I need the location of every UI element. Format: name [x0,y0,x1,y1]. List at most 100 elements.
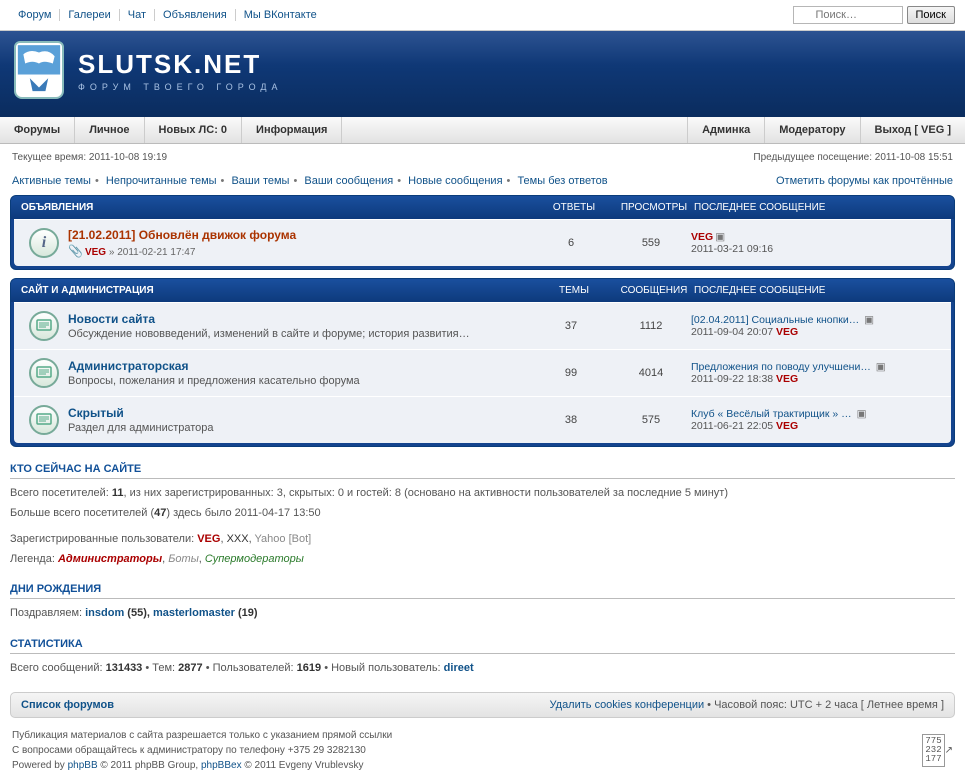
goto-post-icon[interactable]: ▣ [864,314,874,326]
timezone: • Часовой пояс: UTC + 2 часа [ Летнее вр… [704,699,944,711]
lastpost-date: 2011-09-22 18:38 [691,373,773,385]
phpbb-link[interactable]: phpBB [68,760,98,771]
visitors-total: 11 [112,487,124,499]
category-panel: САЙТ И АДМИНИСТРАЦИЯ ТЕМЫ СООБЩЕНИЯ ПОСЛ… [10,278,955,447]
delete-cookies-link[interactable]: Удалить cookies конференции [550,699,705,711]
current-time: Текущее время: 2011-10-08 19:19 [12,152,167,163]
section-heading: ДНИ РОЖДЕНИЯ [10,583,955,599]
col-lastpost: ПОСЛЕДНЕЕ СООБЩЕНИЕ [694,285,944,296]
whos-online: КТО СЕЙЧАС НА САЙТЕ Всего посетителей: 1… [10,463,955,567]
forum-topics: 99 [531,367,611,379]
lastpost-user[interactable]: VEG [776,373,798,385]
forum-icon [24,356,64,390]
forum-title[interactable]: Новости сайта [68,312,155,326]
forum-title[interactable]: Скрытый [68,406,124,420]
forum-title[interactable]: Администраторская [68,359,188,373]
forum-topics: 38 [531,414,611,426]
lastpost-title[interactable]: Клуб « Весёлый трактирщик » … [691,408,852,420]
col-replies: ОТВЕТЫ [534,202,614,213]
goto-post-icon[interactable]: ▣ [857,408,867,420]
lastpost-date: 2011-09-04 20:07 [691,326,773,338]
col-lastpost: ПОСЛЕДНЕЕ СООБЩЕНИЕ [694,202,944,213]
link-new-posts[interactable]: Новые сообщения [408,175,502,187]
nav-logout[interactable]: Выход [ VEG ] [860,117,965,143]
phpbbex-link[interactable]: phpBBex [201,760,242,771]
nav-info[interactable]: Информация [242,117,342,143]
forum-icon [24,403,64,437]
stat-topics: 2877 [178,662,202,674]
quick-links: Активные темы• Непрочитанные темы• Ваши … [12,175,608,187]
legend-admins[interactable]: Администраторы [58,553,162,565]
announcement-title[interactable]: [21.02.2011] Обновлён движок форума [68,228,296,242]
announcement-views: 559 [611,237,691,249]
forum-desc: Обсуждение нововведений, изменений в сай… [68,328,531,340]
nav-admin[interactable]: Админка [687,117,764,143]
forum-row: СкрытыйРаздел для администратора 38 575 … [14,396,951,443]
forum-posts: 1112 [611,320,691,332]
main-nav: Форумы Личное Новых ЛС: 0 Информация Адм… [0,117,965,144]
announcement-author[interactable]: VEG [85,247,106,258]
search-input[interactable] [793,6,903,24]
birthday-user[interactable]: insdom [85,607,124,619]
nav-forums[interactable]: Форумы [0,117,75,143]
online-user-admin[interactable]: VEG [197,533,220,545]
topnav-chat[interactable]: Чат [120,9,155,21]
goto-post-icon[interactable]: ▣ [715,231,725,243]
statistics: СТАТИСТИКА Всего сообщений: 131433 • Тем… [10,638,955,677]
topnav-vk[interactable]: Мы ВКонтакте [236,9,325,21]
site-header: SLUTSK.NET ФОРУМ ТВОЕГО ГОРОДА [0,31,965,117]
lastpost-user[interactable]: VEG [776,420,798,432]
col-posts: СООБЩЕНИЯ [614,285,694,296]
site-title: SLUTSK.NET [78,49,283,80]
stat-posts: 131433 [106,662,143,674]
nav-moderator[interactable]: Модератору [764,117,859,143]
col-views: ПРОСМОТРЫ [614,202,694,213]
online-user-bot: Yahoo [Bot] [255,533,312,545]
lastpost-user[interactable]: VEG [691,231,713,243]
forum-posts: 4014 [611,367,691,379]
topnav-classifieds[interactable]: Объявления [155,9,236,21]
col-category[interactable]: САЙТ И АДМИНИСТРАЦИЯ [21,285,534,296]
lastpost-title[interactable]: Предложения по поводу улучшени… [691,361,871,373]
legend-supermods[interactable]: Супермодераторы [205,553,304,565]
forum-topics: 37 [531,320,611,332]
announcements-panel: ОБЪЯВЛЕНИЯ ОТВЕТЫ ПРОСМОТРЫ ПОСЛЕДНЕЕ СО… [10,195,955,270]
lastpost-date: 2011-06-21 22:05 [691,420,773,432]
topnav-galleries[interactable]: Галереи [60,9,119,21]
hit-counter[interactable]: 775 232 177 [922,734,944,767]
forum-row: Новости сайта Обсуждение нововведений, из… [14,302,951,349]
forum-icon [24,309,64,343]
forum-posts: 575 [611,414,691,426]
col-announcements: ОБЪЯВЛЕНИЯ [21,202,534,213]
stat-users: 1619 [297,662,321,674]
lastpost-title[interactable]: [02.04.2011] Социальные кнопки… [691,314,859,326]
site-logo-icon[interactable] [14,41,64,99]
birthday-user[interactable]: masterlomaster [153,607,235,619]
section-heading: СТАТИСТИКА [10,638,955,654]
top-nav: Форум Галереи Чат Объявления Мы ВКонтакт… [10,9,793,21]
topnav-forum[interactable]: Форум [10,9,60,21]
link-your-posts[interactable]: Ваши сообщения [304,175,393,187]
visitors-record: 47 [154,507,166,519]
nav-pm[interactable]: Новых ЛС: 0 [145,117,243,143]
link-your-topics[interactable]: Ваши темы [231,175,289,187]
online-user[interactable]: XXX [227,533,249,545]
counter-arrow-icon: ↗ [945,743,953,758]
forum-row: АдминистраторскаяВопросы, пожелания и пр… [14,349,951,396]
nav-personal[interactable]: Личное [75,117,144,143]
goto-post-icon[interactable]: ▣ [876,361,886,373]
announcement-row: [21.02.2011] Обновлён движок форума 📎VEG… [14,219,951,266]
forum-desc: Раздел для администратора [68,422,531,434]
link-unread[interactable]: Непрочитанные темы [106,175,217,187]
forum-index-link[interactable]: Список форумов [21,699,114,711]
link-unanswered[interactable]: Темы без ответов [517,175,607,187]
announcement-replies: 6 [531,237,611,249]
link-active-topics[interactable]: Активные темы [12,175,91,187]
lastpost-user[interactable]: VEG [776,326,798,338]
attachment-icon: 📎 [68,244,83,258]
link-mark-read[interactable]: Отметить форумы как прочтённые [776,175,953,187]
section-heading: КТО СЕЙЧАС НА САЙТЕ [10,463,955,479]
legend-bots: Боты [168,553,199,565]
search-button[interactable]: Поиск [907,6,955,24]
newest-user[interactable]: direet [444,662,474,674]
